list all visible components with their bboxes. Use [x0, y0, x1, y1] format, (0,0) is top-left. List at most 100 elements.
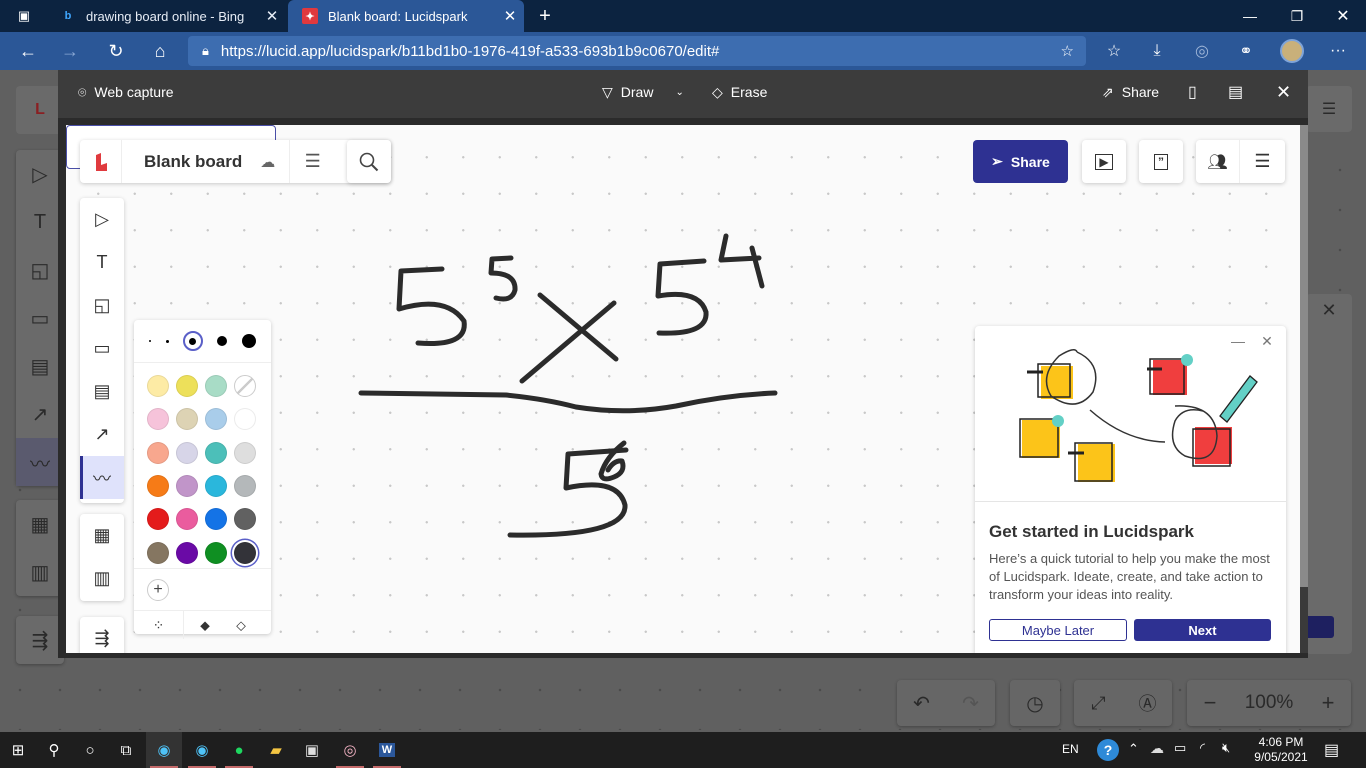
fit-to-screen-icon[interactable]: ⤢ [1074, 680, 1123, 726]
search-icon[interactable]: ⚲ [36, 732, 72, 768]
zoom-out-button[interactable]: − [1187, 680, 1233, 726]
close-capture-icon[interactable]: ✕ [1276, 70, 1291, 114]
clock[interactable]: 4:06 PM 9/05/2021 [1248, 735, 1314, 765]
new-tab-button[interactable]: + [532, 2, 558, 30]
bg-notes-icon: ☰ [1306, 86, 1352, 132]
tab-lucidspark[interactable]: ✦ Blank board: Lucidspark ✕ [288, 0, 524, 32]
bg-sticky-tool-icon: ◱ [30, 259, 50, 282]
collections-icon[interactable]: ⚭ [1232, 38, 1260, 64]
profile-avatar[interactable] [1278, 38, 1306, 64]
history-icon[interactable]: ◷ [1010, 680, 1060, 726]
refresh-icon[interactable]: ↻ [102, 38, 130, 64]
web-capture-icon[interactable]: ◎ [1188, 38, 1216, 64]
stroke-numerator-base-5a [396, 266, 467, 347]
maybe-later-button[interactable]: Maybe Later [989, 619, 1127, 641]
word-icon[interactable]: W [369, 732, 405, 768]
stroke-numerator-base-5b [655, 258, 709, 336]
tab-title: drawing board online - Bing [86, 8, 245, 24]
battery-icon[interactable]: ▭ [1174, 740, 1186, 756]
web-capture-share-button[interactable]: ⇗ Share [1102, 70, 1159, 114]
cortana-icon[interactable]: ○ [72, 732, 108, 768]
undo-redo-controls: ↶ ↷ [897, 680, 995, 726]
save-icon[interactable]: ▤ [1228, 70, 1243, 114]
file-explorer-icon[interactable]: ▰ [258, 732, 294, 768]
tab-bing[interactable]: b drawing board online - Bing ✕ [46, 0, 286, 32]
home-icon[interactable]: ⌂ [146, 38, 174, 64]
bg-integrations-icon: ⇶ [31, 629, 49, 652]
zoom-level[interactable]: 100% [1233, 680, 1305, 726]
chevron-down-icon[interactable]: ⌄ [675, 87, 683, 98]
stroke-exponent-5 [488, 255, 518, 302]
zoom-in-button[interactable]: + [1305, 680, 1351, 726]
board-canvas[interactable]: Blank board ☁︎ ☰ Try paid features free!… [66, 125, 1300, 653]
wifi-icon[interactable]: ◜ [1200, 740, 1205, 756]
help-icon[interactable]: ? [1097, 739, 1119, 761]
share-icon: ⇗ [1102, 83, 1114, 100]
tutorial-title: Get started in Lucidspark [989, 522, 1194, 541]
bg-tool-panel: ▷ T ◱ ▭ ▤ ↗ 〰 [16, 150, 64, 486]
canvas-scrollbar[interactable] [1300, 125, 1308, 653]
close-window-icon[interactable]: ✕ [1329, 4, 1357, 28]
close-tab-icon[interactable]: ✕ [496, 7, 524, 25]
copy-icon[interactable]: ▯ [1188, 70, 1197, 114]
bg-next-button [1306, 616, 1334, 638]
settings-more-button[interactable]: ··· [1324, 38, 1352, 64]
bg-tool-panel-2: ▦ ▥ [16, 500, 64, 596]
app-icon[interactable]: ◎ [332, 732, 368, 768]
tutorial-illustration [1019, 349, 1258, 482]
language-indicator[interactable]: EN [1062, 742, 1079, 756]
forward-icon[interactable]: → [56, 38, 84, 64]
accessibility-icon[interactable]: Ⓐ [1123, 680, 1172, 726]
url-text: https://lucid.app/lucidspark/b11bd1b0-19… [220, 42, 720, 60]
pen-icon: ▽ [602, 83, 613, 100]
eraser-icon: ◇ [712, 83, 723, 100]
bg-tutorial-panel: ✕ [1306, 294, 1352, 654]
bg-select-tool-icon: ▷ [32, 163, 48, 186]
erase-button[interactable]: ◇ Erase [712, 70, 767, 114]
tab-actions-icon[interactable]: ▣ [10, 6, 38, 26]
draw-button[interactable]: ▽ Draw ⌄ [602, 70, 684, 114]
show-hidden-icons[interactable]: ⌃ [1128, 741, 1139, 757]
volume-muted-icon[interactable]: 🔇︎ [1222, 740, 1230, 756]
browser-toolbar: ← → ↻ ⌂ 🔒︎ https://lucid.app/lucidspark/… [0, 32, 1366, 70]
start-button[interactable]: ⊞ [0, 732, 36, 768]
bg-frame-tool-icon: ▤ [30, 355, 50, 378]
edge-taskbar-icon[interactable]: ◉ [146, 732, 182, 768]
view-controls: ⤢ Ⓐ [1074, 680, 1172, 726]
spotify-icon[interactable]: ● [221, 732, 257, 768]
back-icon[interactable]: ← [14, 38, 42, 64]
bg-shape-tool-icon: ▭ [30, 307, 50, 330]
bg-draw-tool-icon: 〰 [16, 438, 64, 486]
windows-taskbar: ⊞ ⚲ ○ ⧉ ◉ ◉ ● ▰ ▣ ◎ W EN ? ⌃ ☁︎ ▭ ◜ 🔇︎ 4… [0, 732, 1366, 768]
bg-line-tool-icon: ↗ [31, 403, 49, 426]
stroke-exponent-4 [718, 233, 765, 289]
stroke-fraction-bar [358, 390, 778, 414]
downloads-icon[interactable]: ⤓ [1143, 38, 1171, 64]
lock-icon: 🔒︎ [202, 43, 209, 58]
bg-lucid-logo: L [16, 86, 64, 134]
web-capture-toolbar: ⌾ Web capture ▽ Draw ⌄ ◇ Erase ⇗ Share ▯… [58, 70, 1308, 118]
tutorial-card: — ✕ Get started in Lucidspark Here’s a q… [975, 326, 1286, 653]
stroke-times-1 [537, 292, 619, 362]
onedrive-icon[interactable]: ☁︎ [1150, 740, 1164, 757]
add-favorite-icon[interactable]: ☆ [1061, 42, 1074, 60]
bg-text-tool-icon: T [33, 210, 47, 233]
address-bar[interactable]: 🔒︎ https://lucid.app/lucidspark/b11bd1b0… [188, 36, 1086, 66]
action-center-icon[interactable]: ▤ [1324, 740, 1339, 760]
edge-taskbar-icon-2[interactable]: ◉ [184, 732, 220, 768]
bg-integrations-panel: ⇶ [16, 616, 64, 664]
stroke-exponent-6 [598, 440, 627, 482]
task-view-icon[interactable]: ⧉ [108, 732, 144, 768]
store-icon[interactable]: ▣ [294, 732, 330, 768]
close-tab-icon[interactable]: ✕ [258, 7, 286, 25]
minimize-window-icon[interactable]: — [1236, 4, 1264, 28]
bg-close-icon: ✕ [1321, 300, 1337, 320]
web-capture-icon: ⌾ [78, 83, 87, 100]
favorites-icon[interactable]: ☆ [1100, 38, 1128, 64]
undo-icon[interactable]: ↶ [897, 680, 946, 726]
restore-window-icon[interactable]: ❐ [1283, 4, 1311, 28]
web-capture-label: ⌾ Web capture [78, 83, 174, 101]
next-button[interactable]: Next [1134, 619, 1271, 641]
browser-tab-bar: ▣ b drawing board online - Bing ✕ ✦ Blan… [0, 0, 1366, 32]
redo-icon[interactable]: ↷ [946, 680, 995, 726]
